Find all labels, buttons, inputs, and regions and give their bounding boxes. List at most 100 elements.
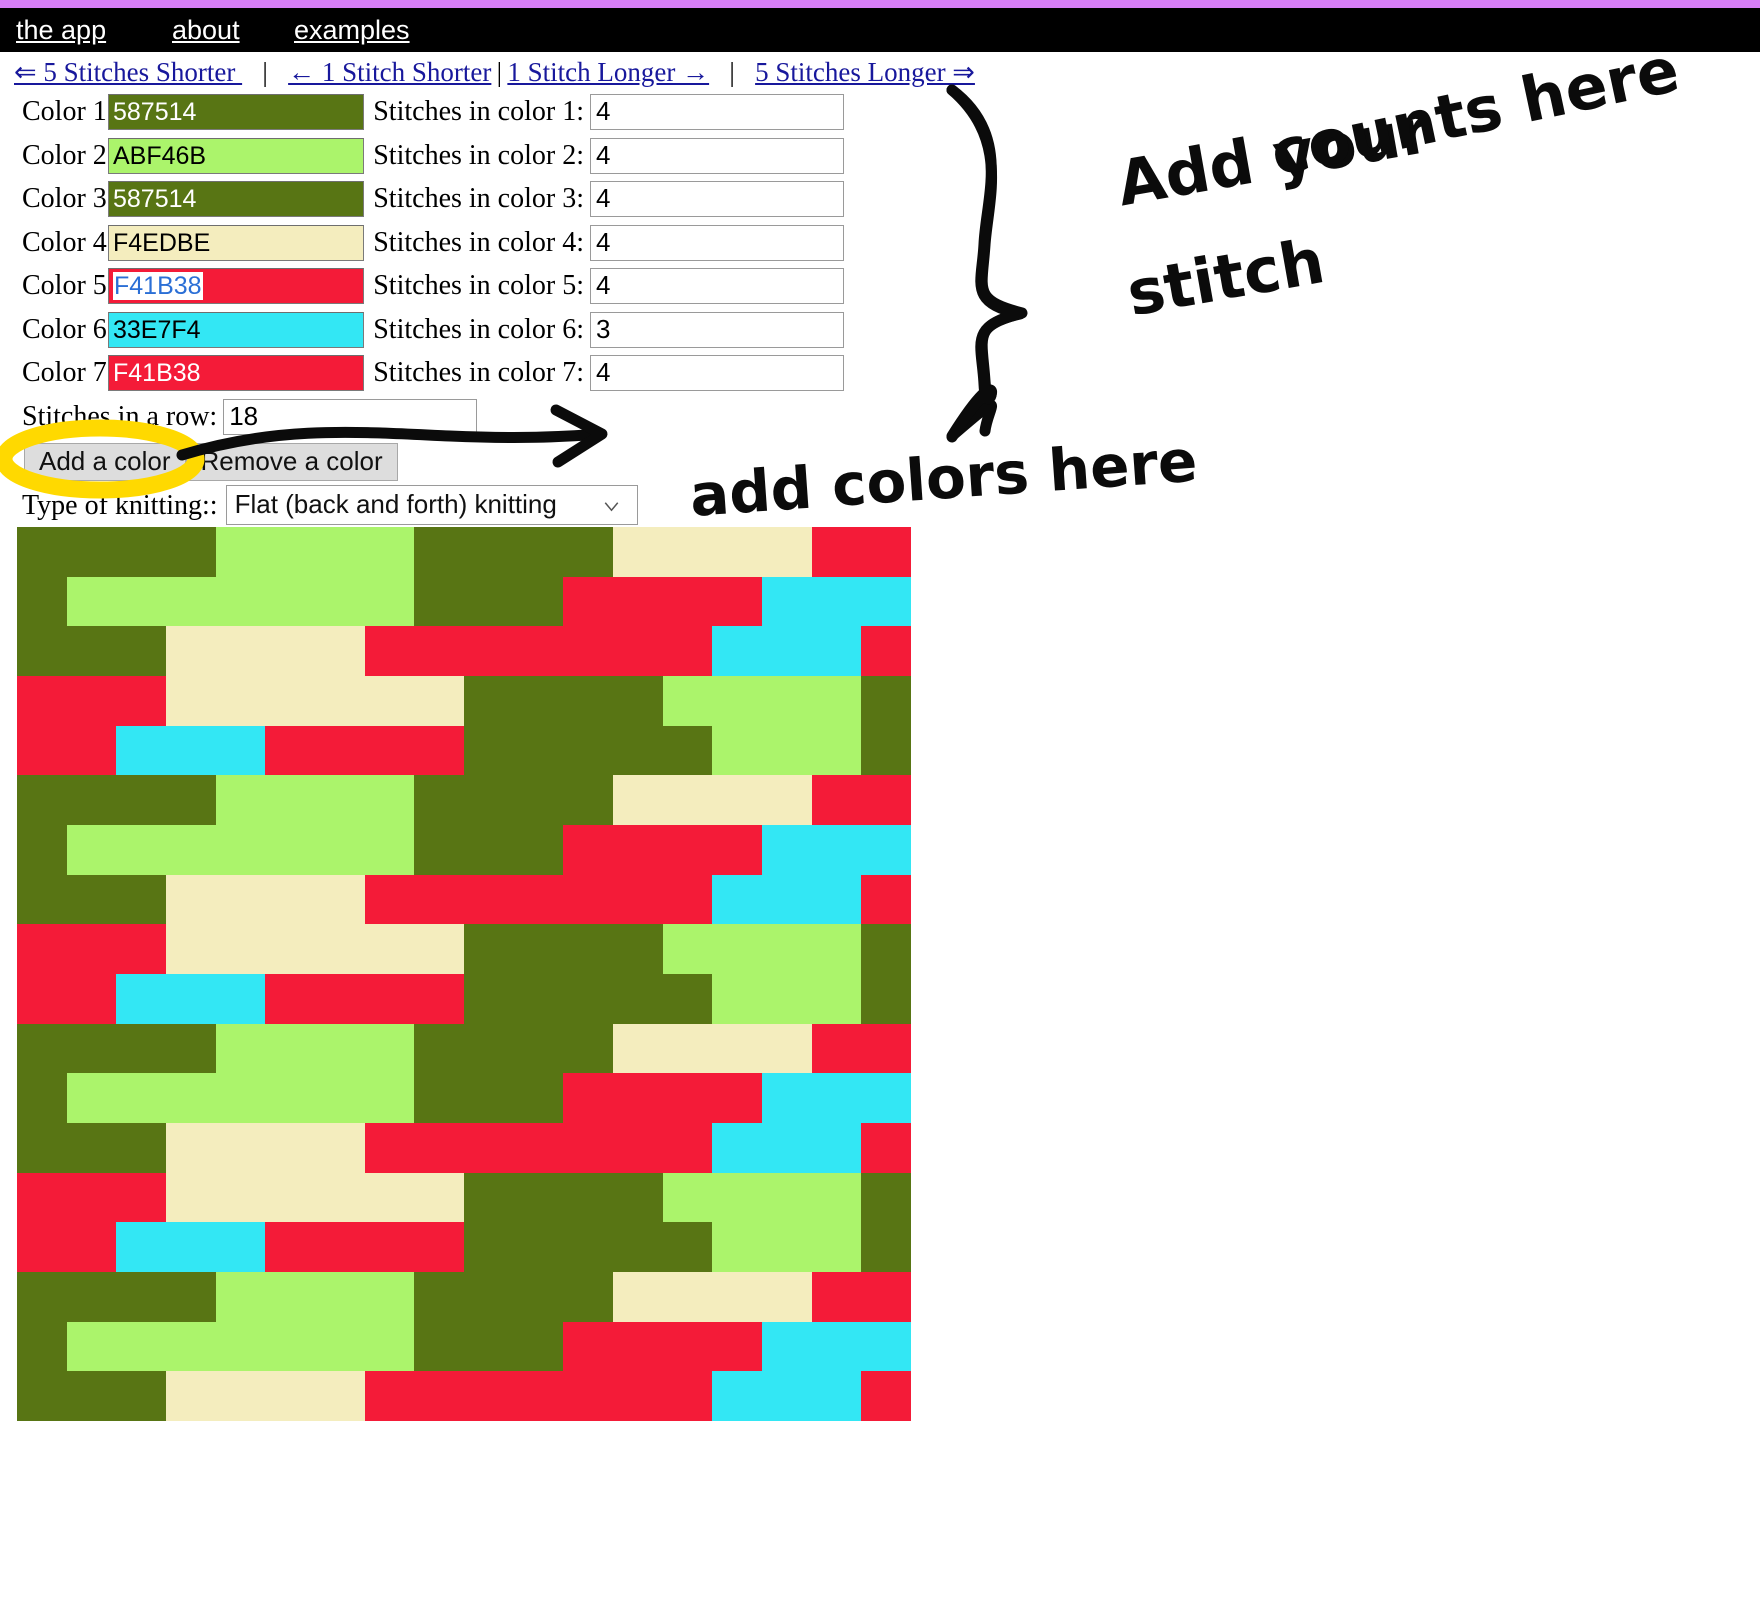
color-6-hex-input[interactable]: 33E7F4 bbox=[108, 311, 364, 348]
chart-cell bbox=[116, 527, 166, 577]
color-row: Color 3:587514 Stitches in color 3: 4 bbox=[0, 179, 1100, 223]
chart-cell bbox=[215, 1371, 266, 1421]
chart-cell bbox=[165, 1271, 216, 1322]
color-3-hex-input[interactable]: 587514 bbox=[108, 181, 364, 217]
chart-cell bbox=[463, 1172, 514, 1223]
chart-cell bbox=[463, 824, 514, 875]
color-row: Color 5:F41B38 Stitches in color 5: 4 bbox=[0, 266, 1100, 310]
link-5-stitches-longer[interactable]: 5 Stitches Longer ⇒ bbox=[755, 57, 975, 87]
nav-item-examples[interactable]: examples bbox=[294, 14, 410, 46]
chart-cell bbox=[761, 973, 812, 1024]
nav-item-about[interactable]: about bbox=[172, 14, 240, 46]
chart-cell bbox=[265, 924, 315, 974]
link-1-stitch-shorter[interactable]: ← 1 Stitch Shorter bbox=[288, 57, 491, 87]
chart-cell bbox=[513, 1073, 564, 1123]
chart-cell bbox=[712, 527, 762, 577]
chart-cell bbox=[612, 924, 663, 974]
color-3-count-input[interactable]: 4 bbox=[590, 181, 844, 217]
chart-cell bbox=[215, 675, 266, 726]
link-1-stitch-longer[interactable]: 1 Stitch Longer → bbox=[507, 57, 709, 87]
chart-cell bbox=[563, 924, 613, 974]
chart-cell bbox=[463, 973, 514, 1024]
stitches-in-a-row-input[interactable]: 18 bbox=[223, 398, 478, 435]
color-5-hex-input[interactable]: F41B38 bbox=[108, 268, 364, 304]
chart-cell bbox=[712, 1122, 762, 1173]
color-1-count-input[interactable]: 4 bbox=[590, 94, 844, 130]
chart-cell bbox=[612, 626, 663, 676]
chart-cell bbox=[364, 1271, 415, 1322]
chart-cell bbox=[17, 1023, 67, 1074]
remove-a-color-button[interactable]: Remove a color bbox=[185, 442, 398, 481]
chart-cell bbox=[165, 1371, 216, 1421]
chart-cell bbox=[712, 1321, 762, 1372]
chart-cell bbox=[612, 527, 663, 577]
color-1-hex-input[interactable]: 587514 bbox=[108, 94, 364, 130]
chart-cell bbox=[165, 1073, 216, 1123]
color-6-count-input[interactable]: 3 bbox=[590, 311, 844, 348]
chart-cell bbox=[861, 1271, 911, 1322]
color-7-count-input[interactable]: 4 bbox=[590, 355, 844, 391]
chart-cell bbox=[364, 874, 415, 925]
chart-cell bbox=[761, 924, 812, 974]
stitches-in-a-row-field: Stitches in a row: 18 bbox=[0, 397, 1100, 443]
chart-cell bbox=[17, 1073, 67, 1123]
chart-cell bbox=[314, 1023, 365, 1074]
chart-cell bbox=[265, 1321, 315, 1372]
chart-cell bbox=[116, 824, 166, 875]
color-5-count-input[interactable]: 4 bbox=[590, 268, 844, 304]
color-4-count-label: Stitches in color 4: bbox=[373, 226, 584, 258]
chart-cell bbox=[265, 675, 315, 726]
knitting-type-selected-value: Flat (back and forth) knitting bbox=[234, 488, 557, 519]
chart-cell bbox=[265, 1271, 315, 1322]
chart-cell bbox=[66, 675, 117, 726]
chart-cell bbox=[712, 576, 762, 627]
chevron-down-icon bbox=[604, 501, 618, 511]
chart-cell bbox=[563, 1371, 613, 1421]
color-2-count-label: Stitches in color 2: bbox=[373, 139, 584, 171]
chart-cell bbox=[17, 576, 67, 627]
chart-cell bbox=[17, 973, 67, 1024]
color-row: Color 4:F4EDBE Stitches in color 4: 4 bbox=[0, 223, 1100, 267]
chart-cell bbox=[314, 527, 365, 577]
chart-cell bbox=[265, 626, 315, 676]
chart-cell bbox=[116, 924, 166, 974]
chart-cell bbox=[612, 576, 663, 627]
chart-cell bbox=[364, 1222, 415, 1272]
chart-cell bbox=[513, 675, 564, 726]
chart-cell bbox=[17, 775, 67, 825]
chart-cell bbox=[17, 1222, 67, 1272]
chart-cell bbox=[364, 1172, 415, 1223]
chart-cell bbox=[612, 824, 663, 875]
color-7-hex-input[interactable]: F41B38 bbox=[108, 355, 364, 391]
knitting-chart bbox=[17, 527, 911, 1421]
chart-cell bbox=[811, 725, 862, 776]
chart-cell bbox=[612, 1122, 663, 1173]
chart-cell bbox=[761, 1023, 812, 1074]
chart-cell bbox=[265, 725, 315, 776]
chart-cell bbox=[215, 874, 266, 925]
chart-cell bbox=[811, 924, 862, 974]
chart-cell bbox=[463, 1321, 514, 1372]
chart-cell bbox=[463, 576, 514, 627]
chart-cell bbox=[364, 675, 415, 726]
chart-cell bbox=[66, 1321, 117, 1372]
add-a-color-button[interactable]: Add a color bbox=[24, 442, 186, 481]
color-2-count-input[interactable]: 4 bbox=[590, 137, 844, 174]
chart-cell bbox=[165, 725, 216, 776]
chart-cell bbox=[513, 1172, 564, 1223]
chart-cell bbox=[612, 775, 663, 825]
link-5-stitches-shorter[interactable]: ⇐ 5 Stitches Shorter bbox=[0, 57, 242, 87]
knitting-type-select[interactable]: Flat (back and forth) knitting bbox=[225, 484, 638, 525]
chart-cell bbox=[364, 924, 415, 974]
color-4-count-input[interactable]: 4 bbox=[590, 224, 844, 261]
color-4-hex-input[interactable]: F4EDBE bbox=[108, 224, 364, 261]
chart-cell bbox=[861, 1122, 911, 1173]
chart-cell bbox=[662, 725, 713, 776]
chart-cell bbox=[314, 775, 365, 825]
chart-cell bbox=[66, 973, 117, 1024]
color-1-label: Color 1: bbox=[22, 96, 115, 127]
nav-item-the-app[interactable]: the app bbox=[16, 14, 106, 46]
color-6-label: Color 6: bbox=[22, 313, 115, 345]
color-2-hex-input[interactable]: ABF46B bbox=[108, 137, 364, 174]
chart-cell bbox=[463, 775, 514, 825]
